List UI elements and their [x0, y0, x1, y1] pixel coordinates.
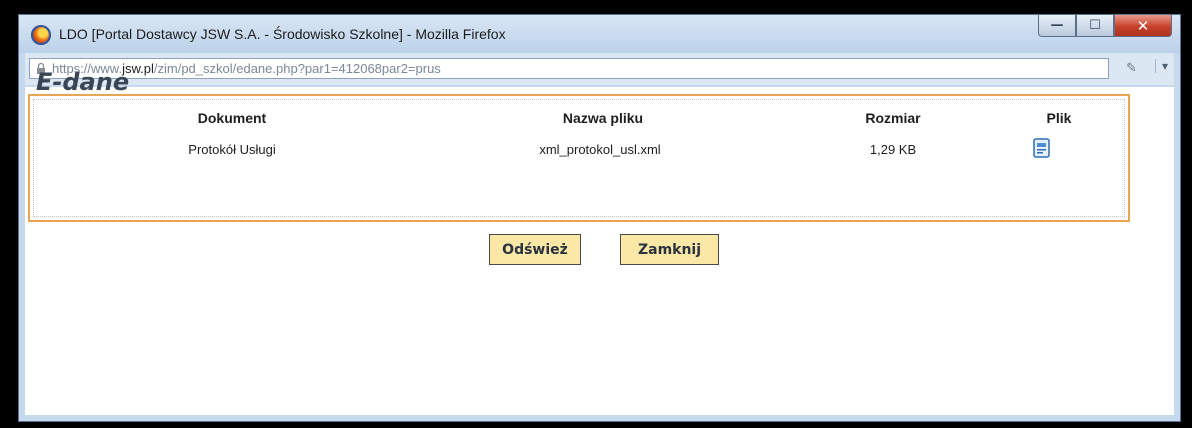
maximize-button[interactable]: ☐ [1076, 15, 1114, 37]
file-name: xml_protokol_usl.xml [539, 142, 661, 157]
column-header-file: Plik [1046, 110, 1072, 126]
column-header-filename: Nazwa pliku [562, 110, 644, 126]
title-bar[interactable]: LDO [Portal Dostawcy JSW S.A. - Środowis… [19, 15, 1180, 53]
file-size: 1,29 KB [869, 142, 917, 157]
window-title: LDO [Portal Dostawcy JSW S.A. - Środowis… [59, 26, 506, 42]
minimize-button[interactable]: — [1038, 15, 1076, 37]
refresh-button[interactable]: Odśwież [489, 234, 581, 265]
column-header-document: Dokument [197, 110, 267, 126]
window-controls: — ☐ ✕ [1038, 15, 1172, 39]
url-path: /zim/pd_szkol/edane.php?par1=412068par2=… [153, 61, 441, 76]
plugin-icon[interactable]: ✎ [1126, 61, 1144, 76]
column-header-size: Rozmiar [865, 110, 921, 126]
close-button[interactable]: Zamknij [620, 234, 719, 265]
document-name: Protokół Usługi [188, 142, 276, 157]
chevron-down-icon[interactable]: ▾ [1154, 59, 1168, 73]
document-icon[interactable] [1031, 137, 1053, 159]
close-window-button[interactable]: ✕ [1114, 15, 1172, 37]
url-field[interactable]: https://www. jsw.pl/zim/pd_szkol/edane.ph… [29, 58, 1109, 79]
page-title: E-dane [36, 68, 130, 96]
address-bar: https://www. jsw.pl/zim/pd_szkol/edane.ph… [25, 53, 1174, 85]
firefox-icon [31, 25, 51, 45]
